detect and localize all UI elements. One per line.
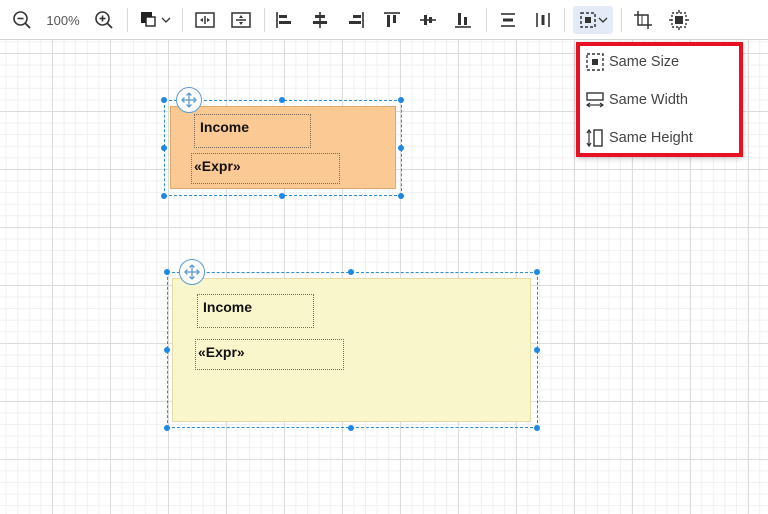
align-left-icon xyxy=(276,12,291,28)
distribute-horizontal-button[interactable] xyxy=(496,6,520,34)
toolbar-separator xyxy=(182,8,183,32)
fit-width-button[interactable] xyxy=(192,6,218,34)
resize-handle[interactable] xyxy=(161,145,167,151)
resize-handle[interactable] xyxy=(161,193,167,199)
toolbar-separator xyxy=(564,8,565,32)
fit-width-icon xyxy=(195,12,215,28)
zoom-out-icon xyxy=(13,11,31,29)
align-right-button[interactable] xyxy=(344,6,368,34)
zoom-level[interactable]: 100% xyxy=(42,6,84,34)
resize-handle[interactable] xyxy=(398,145,404,151)
chevron-down-icon xyxy=(598,17,608,23)
align-middle-button[interactable] xyxy=(416,6,440,34)
chevron-down-icon xyxy=(161,17,171,23)
move-icon xyxy=(184,264,200,280)
resize-handle[interactable] xyxy=(534,269,540,275)
expr-field[interactable]: «Expr» xyxy=(191,153,340,184)
resize-handle[interactable] xyxy=(348,425,354,431)
align-top-button[interactable] xyxy=(380,6,404,34)
toolbar: 100% xyxy=(0,0,768,40)
menu-item-label: Same Height xyxy=(609,130,693,146)
shrink-button[interactable] xyxy=(666,6,692,34)
crop-icon xyxy=(634,11,652,29)
distribute-vertical-icon xyxy=(536,13,550,27)
resize-handle[interactable] xyxy=(164,347,170,353)
align-bottom-button[interactable] xyxy=(451,6,475,34)
toolbar-separator xyxy=(486,8,487,32)
move-handle[interactable] xyxy=(176,87,202,113)
resize-handle[interactable] xyxy=(279,193,285,199)
resize-handle[interactable] xyxy=(534,347,540,353)
align-bottom-icon xyxy=(455,13,471,28)
toolbar-separator xyxy=(264,8,265,32)
fit-height-icon xyxy=(231,12,251,28)
align-right-icon xyxy=(349,12,364,28)
align-center-icon xyxy=(313,12,327,28)
resize-handle[interactable] xyxy=(398,97,404,103)
size-dropdown-menu: Same Size Same Width Same Height xyxy=(577,43,742,156)
menu-item-same-height[interactable]: Same Height xyxy=(577,119,742,157)
crop-button[interactable] xyxy=(630,6,656,34)
distribute-horizontal-icon xyxy=(501,13,515,27)
income-field[interactable]: Income xyxy=(197,294,314,328)
menu-item-label: Same Width xyxy=(609,92,688,108)
resize-handle[interactable] xyxy=(164,425,170,431)
align-middle-icon xyxy=(420,15,436,25)
toolbar-separator xyxy=(127,8,128,32)
expr-field[interactable]: «Expr» xyxy=(195,339,344,370)
resize-handle[interactable] xyxy=(161,97,167,103)
resize-handle[interactable] xyxy=(534,425,540,431)
zoom-level-text: 100% xyxy=(46,12,80,28)
align-top-icon xyxy=(384,12,400,27)
align-left-button[interactable] xyxy=(272,6,296,34)
fit-height-button[interactable] xyxy=(228,6,254,34)
menu-item-same-width[interactable]: Same Width xyxy=(577,81,742,119)
zoom-out-button[interactable] xyxy=(10,6,34,34)
move-icon xyxy=(181,92,197,108)
same-width-icon xyxy=(584,89,606,111)
move-handle[interactable] xyxy=(179,259,205,285)
shrink-icon xyxy=(669,10,689,30)
distribute-vertical-button[interactable] xyxy=(531,6,555,34)
resize-handle[interactable] xyxy=(348,269,354,275)
resize-handle[interactable] xyxy=(279,97,285,103)
toolbar-separator xyxy=(621,8,622,32)
zoom-in-button[interactable] xyxy=(92,6,116,34)
size-icon xyxy=(580,12,596,28)
zoom-in-icon xyxy=(95,11,113,29)
align-center-button[interactable] xyxy=(308,6,332,34)
menu-item-label: Same Size xyxy=(609,54,680,70)
resize-handle[interactable] xyxy=(164,269,170,275)
fill-color-button[interactable] xyxy=(137,6,173,34)
fill-color-icon xyxy=(141,12,156,27)
same-height-icon xyxy=(584,127,606,149)
same-size-icon xyxy=(584,51,606,73)
income-field[interactable]: Income xyxy=(194,114,311,148)
resize-handle[interactable] xyxy=(398,193,404,199)
menu-item-same-size[interactable]: Same Size xyxy=(577,43,742,81)
size-dropdown-button[interactable] xyxy=(573,6,613,34)
